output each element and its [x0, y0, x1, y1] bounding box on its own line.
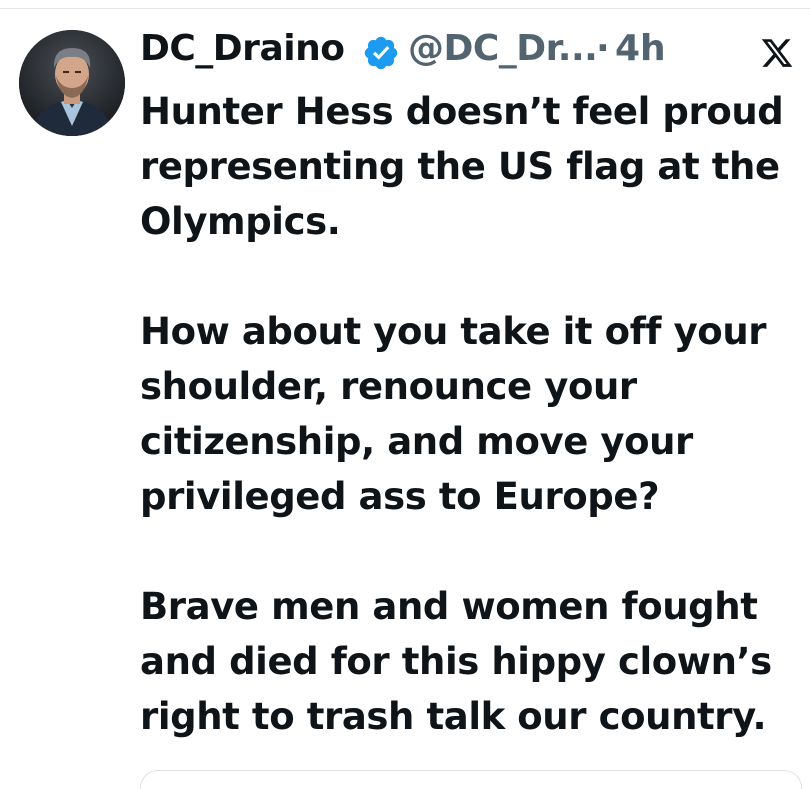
tweet-header: DC_Draino @DC_Dr... · 4h — [140, 24, 800, 80]
tweet-body: Hunter Hess doesn’t feel proud represent… — [140, 84, 800, 744]
tweet[interactable]: DC_Draino @DC_Dr... · 4h Hunter Hess doe… — [0, 0, 810, 789]
timestamp[interactable]: 4h — [615, 28, 666, 69]
display-name[interactable]: DC_Draino — [140, 28, 345, 69]
x-logo-icon[interactable] — [760, 36, 794, 70]
tweet-paragraph: How about you take it off your shoulder,… — [140, 310, 767, 518]
verified-badge-icon — [364, 36, 398, 70]
tweet-paragraph: Hunter Hess doesn’t feel proud represent… — [140, 90, 784, 243]
separator-dot: · — [596, 28, 610, 69]
avatar[interactable] — [19, 30, 125, 136]
handle[interactable]: @DC_Dr... — [408, 28, 598, 69]
tweet-paragraph: Brave men and women fought and died for … — [140, 585, 772, 738]
embedded-card[interactable] — [140, 770, 802, 789]
